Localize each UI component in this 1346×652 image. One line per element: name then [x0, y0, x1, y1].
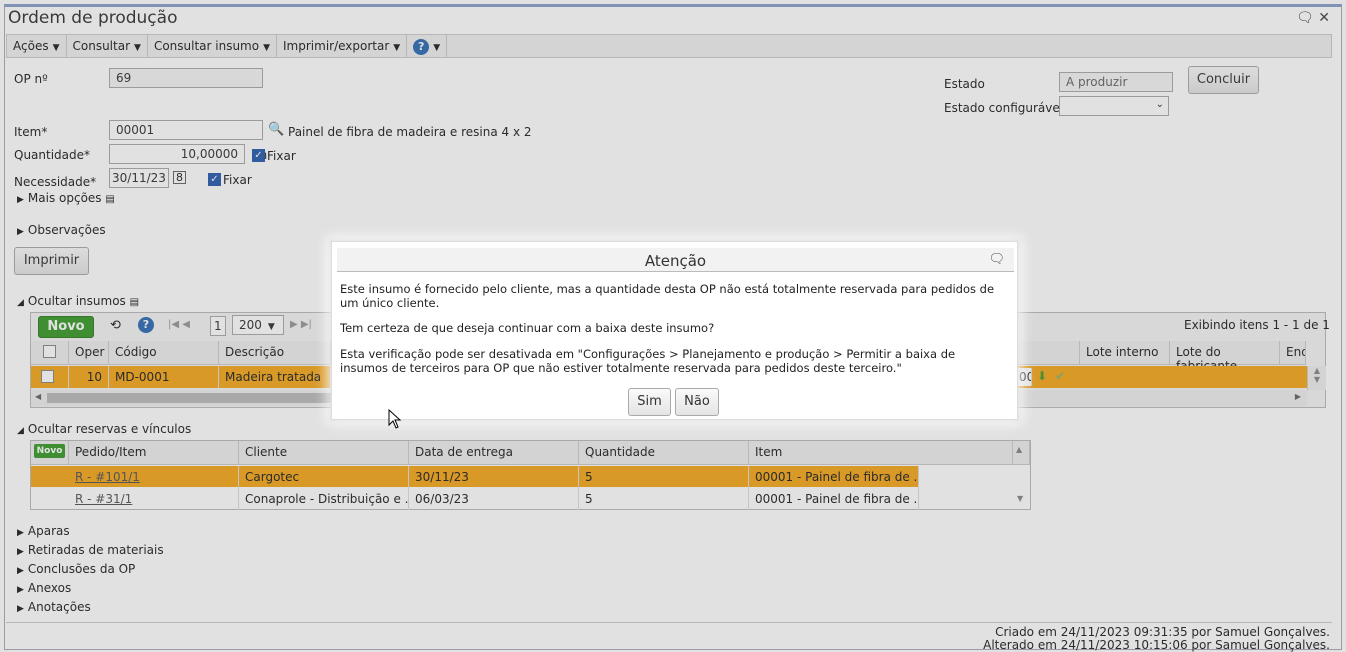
dialog-message-1: Este insumo é fornecido pelo cliente, ma… [340, 282, 995, 310]
dialog-title: Atenção [337, 248, 1014, 272]
nao-button[interactable]: Não [675, 388, 719, 416]
dialog-message-3: Esta verificação pode ser desativada em … [340, 347, 956, 375]
comment-icon[interactable]: 🗨 [988, 252, 1005, 267]
attention-dialog: Atenção 🗨 Este insumo é fornecido pelo c… [331, 241, 1018, 420]
dialog-message-2: Tem certeza de que deseja continuar com … [340, 321, 715, 335]
sim-button[interactable]: Sim [628, 388, 671, 416]
